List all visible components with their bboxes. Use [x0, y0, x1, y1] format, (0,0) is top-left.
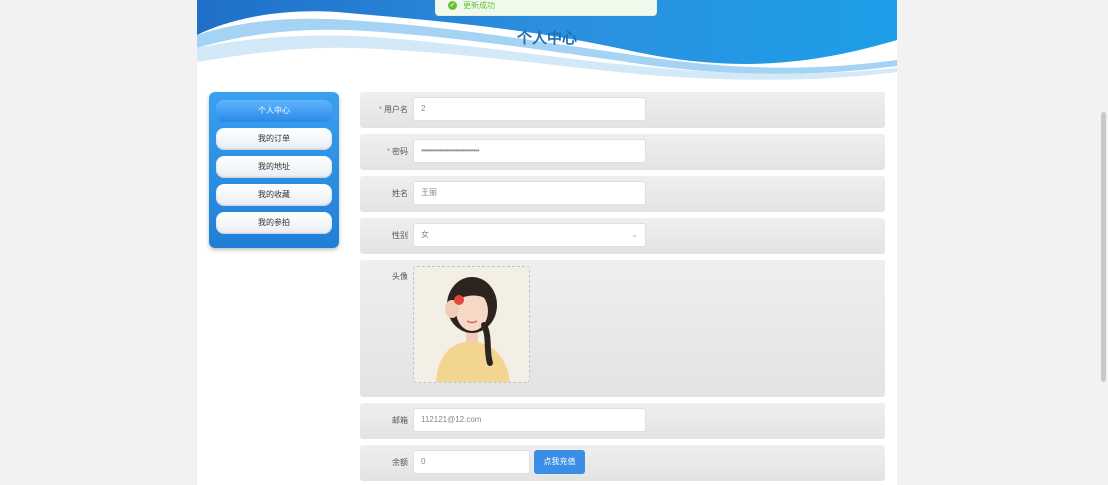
sidebar-item-bids[interactable]: 我的参拍 — [216, 212, 332, 234]
sidebar-item-favorites[interactable]: 我的收藏 — [216, 184, 332, 206]
form-row-balance: 余额 0 点我充值 — [360, 445, 885, 481]
gender-select[interactable]: 女 ⌄ — [413, 223, 646, 247]
sidebar-item-profile[interactable]: 个人中心 — [216, 100, 332, 122]
gender-value: 女 — [421, 230, 429, 239]
balance-label: 余额 — [392, 458, 408, 467]
sidebar-item-address[interactable]: 我的地址 — [216, 156, 332, 178]
page-title: 个人中心 — [516, 30, 577, 47]
form-row-gender: 性别 女 ⌄ — [360, 218, 885, 254]
sidebar-menu: 个人中心 我的订单 我的地址 我的收藏 我的参拍 — [209, 92, 339, 248]
password-label: * 密码 — [386, 147, 408, 156]
form-row-name: 姓名 王丽 — [360, 176, 885, 212]
balance-input[interactable]: 0 — [413, 450, 530, 474]
gender-label: 性别 — [392, 231, 408, 240]
form-row-username: * 用户名 2 — [360, 92, 885, 128]
name-label: 姓名 — [392, 189, 408, 198]
sidebar-item-orders[interactable]: 我的订单 — [216, 128, 332, 150]
name-input[interactable]: 王丽 — [413, 181, 646, 205]
email-label: 邮箱 — [392, 416, 408, 425]
page-scrollbar[interactable] — [1101, 112, 1106, 382]
form-row-password: * 密码 •••••••••••••••••••••••••••••••• — [360, 134, 885, 170]
avatar-label: 头像 — [392, 272, 408, 281]
success-toast: ✓ 更新成功 — [435, 0, 657, 16]
password-input[interactable]: •••••••••••••••••••••••••••••••• — [413, 139, 646, 163]
avatar-upload[interactable] — [413, 266, 530, 383]
username-label: * 用户名 — [378, 105, 408, 114]
check-circle-icon: ✓ — [448, 0, 457, 10]
recharge-button[interactable]: 点我充值 — [534, 450, 585, 474]
email-input[interactable]: 112121@12.com — [413, 408, 646, 432]
form-row-avatar: 头像 — [360, 260, 885, 397]
chevron-down-icon: ⌄ — [631, 230, 638, 239]
username-input[interactable]: 2 — [413, 97, 646, 121]
form-row-email: 邮箱 112121@12.com — [360, 403, 885, 439]
page-container: ✓ 更新成功 个人中心 个人中心 我的订单 我的地址 我的收藏 我的参拍 * 用户… — [197, 0, 897, 485]
avatar-image — [414, 267, 529, 382]
toast-message: 更新成功 — [463, 0, 495, 10]
